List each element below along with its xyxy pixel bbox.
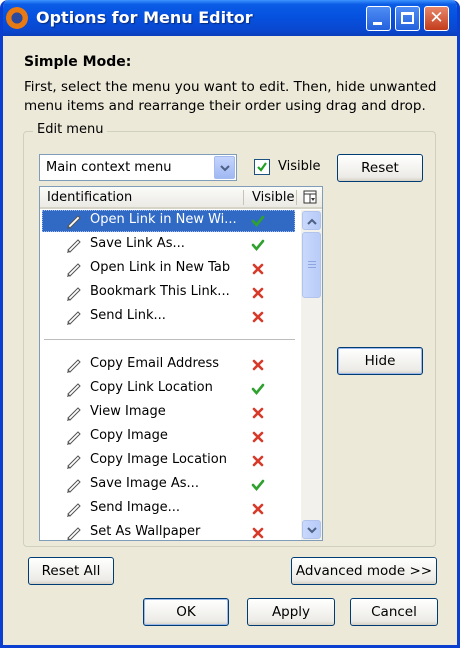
- list-item-label: Open Link in New Tab: [90, 260, 231, 275]
- menu-items-list[interactable]: Identification Visible Open Link in New …: [39, 186, 323, 541]
- chevron-down-icon: [220, 165, 230, 172]
- hidden-x-icon[interactable]: [251, 430, 265, 444]
- edit-menu-label: Edit menu: [33, 122, 108, 137]
- list-item[interactable]: Set As Wallpaper: [40, 521, 300, 540]
- list-rows: Open Link in New Wi... Save Link As... Ope…: [40, 209, 300, 540]
- hidden-x-icon[interactable]: [251, 286, 265, 300]
- hidden-x-icon[interactable]: [251, 310, 265, 324]
- firefox-icon: [6, 7, 28, 29]
- apply-button[interactable]: Apply: [247, 598, 335, 626]
- list-item-label: Set As Wallpaper: [90, 524, 201, 539]
- close-icon: ✕: [429, 8, 444, 28]
- list-item[interactable]: Open Link in New Tab: [40, 257, 300, 281]
- window-title: Options for Menu Editor: [36, 8, 253, 27]
- column-picker-icon[interactable]: [303, 190, 317, 204]
- list-item-label: View Image: [90, 404, 166, 419]
- cancel-button[interactable]: Cancel: [350, 598, 438, 626]
- column-divider[interactable]: [296, 190, 297, 205]
- list-item[interactable]: Send Link...: [40, 305, 300, 329]
- menu-item-icon: [65, 405, 83, 421]
- ok-button[interactable]: OK: [143, 598, 229, 626]
- hidden-x-icon[interactable]: [251, 526, 265, 540]
- column-identification[interactable]: Identification: [47, 190, 132, 205]
- hidden-x-icon[interactable]: [251, 406, 265, 420]
- visible-checkbox[interactable]: [254, 159, 270, 175]
- list-item-label: Copy Image Location: [90, 452, 227, 467]
- hidden-x-icon[interactable]: [251, 502, 265, 516]
- minimize-icon: [373, 22, 382, 25]
- hidden-x-icon[interactable]: [251, 454, 265, 468]
- advanced-mode-button[interactable]: Advanced mode >>: [291, 557, 437, 585]
- visible-check-icon[interactable]: [251, 238, 265, 252]
- list-item-label: Copy Link Location: [90, 380, 213, 395]
- visible-check-icon[interactable]: [251, 214, 265, 228]
- visible-checkbox-label[interactable]: Visible: [278, 159, 320, 174]
- list-header: Identification Visible: [40, 187, 322, 209]
- hidden-x-icon[interactable]: [251, 358, 265, 372]
- checkmark-icon: [257, 162, 267, 172]
- list-item-label: Save Image As...: [90, 476, 199, 491]
- menu-item-icon: [65, 261, 83, 277]
- menu-item-icon: [65, 477, 83, 493]
- menu-item-icon: [65, 237, 83, 253]
- menu-select[interactable]: Main context menu: [39, 154, 237, 181]
- column-visible[interactable]: Visible: [252, 190, 294, 205]
- maximize-button[interactable]: [395, 6, 420, 31]
- menu-item-icon: [65, 357, 83, 373]
- list-item[interactable]: Open Link in New Wi...: [40, 209, 300, 233]
- list-item[interactable]: View Image: [40, 401, 300, 425]
- hidden-x-icon[interactable]: [251, 262, 265, 276]
- reset-button[interactable]: Reset: [337, 154, 423, 182]
- simple-mode-heading: Simple Mode:: [24, 54, 132, 70]
- menu-separator-row[interactable]: [40, 329, 300, 353]
- menu-item-icon: [65, 213, 83, 229]
- minimize-button[interactable]: [366, 6, 391, 31]
- options-dialog: Options for Menu Editor ✕ Simple Mode: F…: [0, 0, 460, 648]
- column-divider[interactable]: [243, 190, 244, 205]
- list-item[interactable]: Bookmark This Link...: [40, 281, 300, 305]
- visible-check-icon[interactable]: [251, 478, 265, 492]
- list-item-label: Bookmark This Link...: [90, 284, 230, 299]
- list-item-label: Send Image...: [90, 500, 180, 515]
- list-item[interactable]: Save Image As...: [40, 473, 300, 497]
- chevron-down-icon: [307, 527, 317, 534]
- menu-item-icon: [65, 501, 83, 517]
- hide-button[interactable]: Hide: [337, 347, 423, 375]
- dropdown-arrow-button[interactable]: [214, 156, 235, 179]
- list-item-label: Copy Image: [90, 428, 168, 443]
- list-item[interactable]: Copy Email Address: [40, 353, 300, 377]
- scroll-thumb[interactable]: [302, 232, 321, 298]
- maximize-icon: [401, 12, 414, 24]
- scroll-down-button[interactable]: [302, 520, 321, 539]
- list-scrollbar[interactable]: [301, 210, 322, 540]
- list-item-label: Send Link...: [90, 308, 166, 323]
- menu-item-icon: [65, 525, 83, 540]
- list-item[interactable]: Send Image...: [40, 497, 300, 521]
- menu-item-icon: [65, 309, 83, 325]
- simple-mode-description: First, select the menu you want to edit.…: [24, 79, 437, 114]
- menu-item-icon: [65, 285, 83, 301]
- menu-select-value: Main context menu: [46, 160, 172, 175]
- title-bar[interactable]: Options for Menu Editor ✕: [3, 0, 457, 36]
- chevron-up-icon: [307, 218, 317, 225]
- scroll-up-button[interactable]: [302, 211, 321, 230]
- menu-item-icon: [65, 381, 83, 397]
- close-button[interactable]: ✕: [424, 6, 449, 31]
- list-item-label: Copy Email Address: [90, 356, 220, 371]
- list-item[interactable]: Copy Link Location: [40, 377, 300, 401]
- menu-item-icon: [65, 453, 83, 469]
- menu-item-icon: [65, 429, 83, 445]
- visible-check-icon[interactable]: [251, 382, 265, 396]
- reset-all-button[interactable]: Reset All: [28, 557, 114, 585]
- list-item[interactable]: Copy Image: [40, 425, 300, 449]
- list-item[interactable]: Copy Image Location: [40, 449, 300, 473]
- list-item[interactable]: Save Link As...: [40, 233, 300, 257]
- list-item-label: Open Link in New Wi...: [90, 212, 237, 227]
- list-item-label: Save Link As...: [90, 236, 185, 251]
